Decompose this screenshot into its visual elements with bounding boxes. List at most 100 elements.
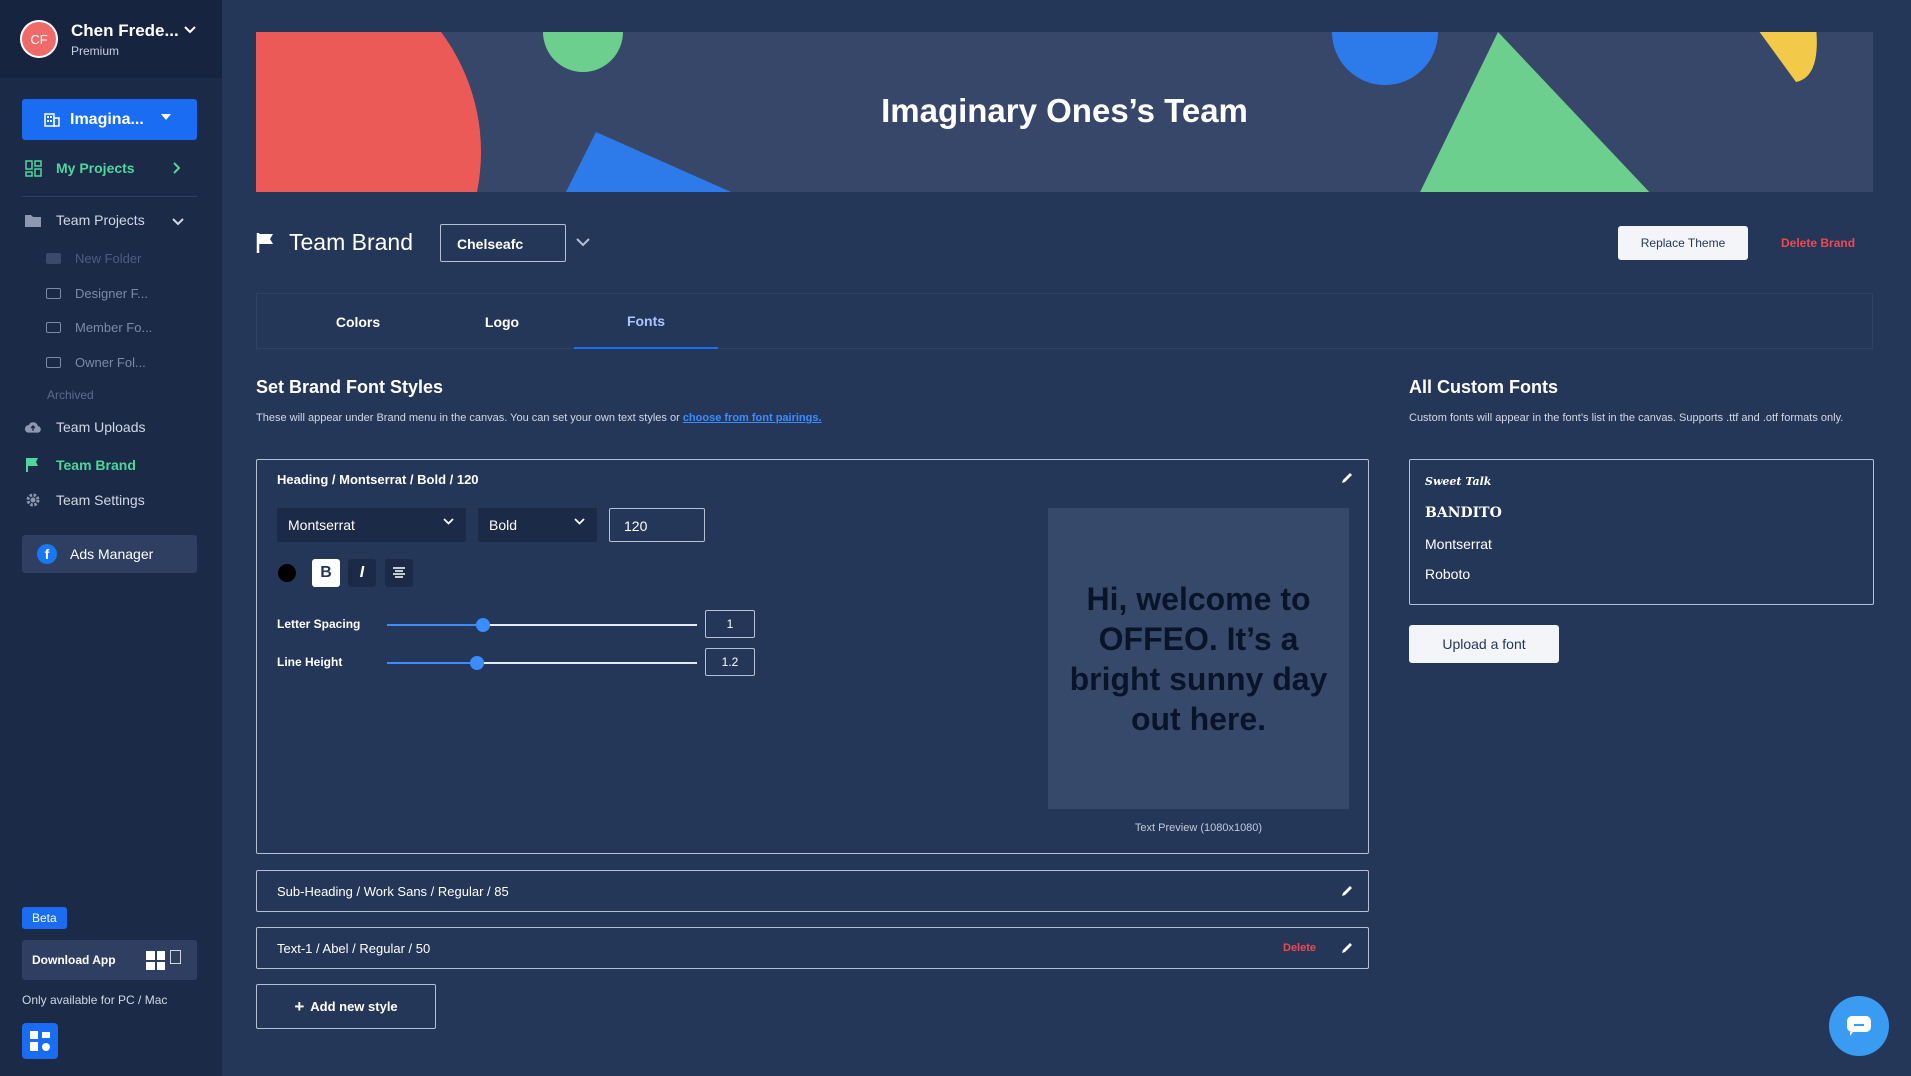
add-folder-icon [46, 253, 61, 264]
folder-label: Member Fo... [75, 320, 153, 335]
sidebar-item-label: Team Brand [56, 457, 136, 473]
sidebar-item-my-projects[interactable]: My Projects [24, 159, 181, 177]
brand-tabs: Colors Logo Fonts [256, 293, 1873, 349]
align-center-button[interactable] [385, 559, 413, 587]
font-item[interactable]: Montserrat [1425, 536, 1492, 552]
folder-item[interactable]: Member Fo... [46, 320, 152, 335]
flag-icon [24, 456, 42, 474]
user-plan: Premium [71, 43, 120, 58]
sidebar-item-team-settings[interactable]: Team Settings [24, 491, 145, 509]
chat-icon[interactable] [1829, 996, 1889, 1056]
profile-menu[interactable]: CF Chen Frede... Premium [0, 0, 222, 78]
sidebar-item-label: Team Uploads [56, 419, 146, 435]
custom-fonts-description: Custom fonts will appear in the font’s l… [1409, 412, 1844, 424]
active-style-editor: Heading / Montserrat / Bold / 120 Montse… [256, 459, 1369, 854]
cloud-upload-icon [24, 418, 42, 436]
font-item[interactable]: BANDITO [1425, 505, 1502, 521]
letter-spacing-label: Letter Spacing [277, 617, 361, 631]
folder-label: New Folder [75, 251, 142, 266]
plus-icon: + [294, 996, 305, 1016]
banner-title: Imaginary Ones’s Team [881, 92, 1248, 129]
delete-style-button[interactable]: Delete [1283, 942, 1316, 954]
divider [22, 196, 197, 197]
font-item[interactable]: Sweet Talk [1425, 475, 1491, 488]
sidebar-item-team-uploads[interactable]: Team Uploads [24, 418, 146, 436]
style-row[interactable]: Text-1 / Abel / Regular / 50 Delete [256, 927, 1369, 969]
line-height-input[interactable]: 1.2 [705, 648, 755, 676]
font-weight-value: Bold [489, 517, 518, 533]
upload-font-button[interactable]: Upload a font [1409, 625, 1559, 663]
team-folder-icon [24, 211, 42, 229]
user-name: Chen Frede... [71, 20, 179, 40]
slider-fill [387, 624, 484, 626]
description-text: These will appear under Brand menu in th… [256, 412, 683, 424]
slider-handle[interactable] [476, 618, 491, 632]
style-label: Text-1 / Abel / Regular / 50 [277, 940, 431, 956]
download-app-button[interactable]: Download App  [22, 940, 197, 980]
section-title: Set Brand Font Styles [256, 377, 444, 397]
pencil-icon[interactable] [1341, 941, 1354, 957]
font-weight-select[interactable]: Bold [478, 508, 597, 542]
font-size-input[interactable]: 120 [609, 508, 705, 542]
font-family-value: Montserrat [288, 517, 355, 533]
text-color-swatch[interactable] [278, 564, 296, 582]
sidebar-item-label: Team Settings [56, 492, 145, 508]
sidebar-item-team-projects[interactable]: Team Projects [24, 211, 184, 229]
slider-fill [387, 662, 477, 664]
style-label: Sub-Heading / Work Sans / Regular / 85 [277, 883, 509, 899]
custom-fonts-title: All Custom Fonts [1409, 377, 1558, 397]
new-folder-button[interactable]: New Folder [46, 251, 141, 266]
text-preview: Hi, welcome to OFFEO. It’s a bright sunn… [1048, 508, 1349, 809]
beta-badge: Beta [22, 907, 67, 929]
font-item[interactable]: Roboto [1425, 566, 1470, 582]
tab-fonts[interactable]: Fonts [574, 294, 718, 349]
replace-theme-button[interactable]: Replace Theme [1618, 226, 1748, 260]
apple-icon:  [168, 947, 183, 970]
slider-handle[interactable] [469, 656, 484, 670]
folder-icon [46, 357, 61, 368]
bold-button[interactable]: B [312, 559, 340, 587]
font-pairings-link[interactable]: choose from font pairings. [683, 412, 822, 424]
ads-manager-label: Ads Manager [70, 546, 154, 562]
chevron-right-icon [173, 161, 181, 177]
chevron-down-icon [574, 516, 585, 528]
folder-item[interactable]: Owner Fol... [46, 355, 146, 370]
tab-logo[interactable]: Logo [430, 294, 574, 349]
ads-manager-button[interactable]: f Ads Manager [22, 535, 197, 573]
folder-item[interactable]: Designer F... [46, 286, 148, 301]
sidebar-item-label: My Projects [56, 160, 135, 176]
chevron-down-icon[interactable] [172, 213, 184, 229]
letter-spacing-input[interactable]: 1 [705, 610, 755, 638]
caret-down-icon [161, 114, 171, 120]
apps-icon[interactable] [22, 1023, 58, 1059]
dashboard-icon [24, 159, 42, 177]
style-row[interactable]: Sub-Heading / Work Sans / Regular / 85 [256, 870, 1369, 912]
pencil-icon[interactable] [1341, 471, 1354, 487]
style-header: Heading / Montserrat / Bold / 120 [277, 472, 479, 487]
brand-select[interactable]: Chelseafc [440, 224, 566, 262]
sidebar-item-team-brand[interactable]: Team Brand [24, 456, 136, 474]
team-select-button[interactable]: Imagina... [22, 99, 197, 140]
archived-link[interactable]: Archived [47, 388, 94, 402]
chevron-down-icon[interactable] [184, 22, 196, 37]
font-family-select[interactable]: Montserrat [277, 508, 466, 542]
italic-button[interactable]: I [348, 559, 376, 587]
line-height-slider[interactable] [387, 656, 697, 670]
avatar: CF [20, 20, 58, 58]
facebook-icon: f [37, 544, 57, 564]
line-height-label: Line Height [277, 655, 343, 669]
tab-colors[interactable]: Colors [286, 294, 430, 349]
preview-caption: Text Preview (1080x1080) [1134, 822, 1263, 834]
flag-icon [256, 232, 276, 259]
chevron-down-icon[interactable] [576, 234, 590, 252]
team-banner: Imaginary Ones’s Team [256, 32, 1873, 192]
add-new-style-button[interactable]: + Add new style [256, 984, 436, 1029]
sidebar: CF Chen Frede... Premium Imagina... My P… [0, 0, 222, 1076]
pencil-icon[interactable] [1341, 884, 1354, 900]
letter-spacing-slider[interactable] [387, 618, 697, 632]
delete-brand-button[interactable]: Delete Brand [1781, 236, 1855, 250]
team-select-label: Imagina... [70, 110, 144, 128]
sidebar-item-label: Team Projects [56, 212, 145, 228]
add-new-style-label: Add new style [310, 999, 398, 1014]
chevron-down-icon [443, 516, 454, 528]
